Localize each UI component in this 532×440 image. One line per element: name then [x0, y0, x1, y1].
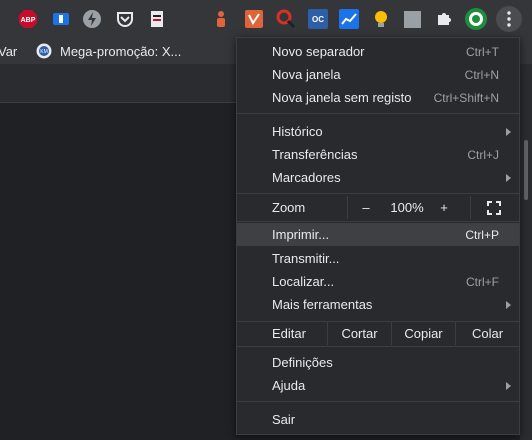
menu-item-label: Localizar...: [272, 274, 335, 289]
submenu-arrow-icon: [506, 381, 511, 390]
menu-item-shortcut: Ctrl+N: [464, 67, 499, 82]
menu-separator: [237, 346, 519, 347]
code-extension-icon[interactable]: [147, 9, 167, 29]
oc-text: OC: [312, 14, 324, 24]
site-favicon-icon: KM: [36, 43, 52, 59]
pocket-icon[interactable]: [115, 9, 135, 29]
menu-item-label: Nova janela sem registo: [272, 90, 412, 105]
vpn-extension-icon[interactable]: [244, 9, 264, 29]
bookmark-mega-promocao[interactable]: KM Mega-promoção: X...: [36, 38, 181, 64]
menu-item-new-window[interactable]: Nova janela Ctrl+N: [237, 63, 519, 86]
fullscreen-button[interactable]: [471, 196, 516, 219]
copy-button[interactable]: Copiar: [392, 322, 455, 345]
menu-item-settings[interactable]: Definições: [237, 351, 519, 374]
magnifier-extension-icon[interactable]: [276, 9, 296, 29]
paste-button[interactable]: Colar: [456, 322, 519, 345]
menu-separator: [237, 193, 519, 194]
menu-item-more-tools[interactable]: Mais ferramentas: [237, 293, 519, 316]
menu-item-label: Marcadores: [272, 170, 341, 185]
menu-separator: [237, 221, 519, 222]
browser-toolbar: ABP OC: [0, 0, 532, 38]
submenu-arrow-icon: [506, 127, 511, 136]
fullscreen-icon: [486, 200, 501, 215]
chart-extension-icon[interactable]: [339, 9, 359, 29]
browser-menu-button[interactable]: [496, 6, 522, 32]
edit-label: Editar: [272, 326, 306, 341]
zoom-label: Zoom: [272, 200, 306, 215]
oc-extension-icon[interactable]: OC: [308, 9, 328, 29]
menu-item-bookmarks[interactable]: Marcadores: [237, 166, 519, 189]
submenu-arrow-icon: [506, 173, 511, 182]
menu-item-label: Sair: [272, 412, 296, 427]
menu-item-downloads[interactable]: Transferências Ctrl+J: [237, 143, 519, 166]
gray-square-icon[interactable]: [402, 9, 422, 29]
menu-item-label: Ajuda: [272, 378, 306, 393]
bookmark-partial-label: Var: [0, 43, 18, 59]
menu-item-label: Nova janela: [272, 67, 341, 82]
bookmark-partial[interactable]: Var: [0, 38, 17, 64]
menu-item-shortcut: Ctrl+F: [466, 274, 499, 289]
zoom-in-button[interactable]: +: [430, 196, 458, 219]
bookmark-label: Mega-promoção: X...: [60, 43, 182, 59]
menu-item-label: Definições: [272, 355, 333, 370]
lightbulb-icon[interactable]: [371, 9, 391, 29]
adblock-plus-icon[interactable]: ABP: [18, 9, 38, 29]
profile-avatar-icon[interactable]: [464, 7, 488, 31]
menu-item-label: Transferências: [272, 147, 358, 162]
scrollbar-thumb[interactable]: [524, 140, 528, 200]
menu-item-new-tab[interactable]: Novo separador Ctrl+T: [237, 40, 519, 63]
menu-item-cast[interactable]: Transmitir...: [237, 247, 519, 270]
menu-item-history[interactable]: Histórico: [237, 120, 519, 143]
zoom-out-button[interactable]: –: [348, 196, 384, 219]
edit-row: Editar Cortar Copiar Colar: [237, 322, 519, 345]
menu-separator: [237, 113, 519, 114]
menu-item-incognito-window[interactable]: Nova janela sem registo Ctrl+Shift+N: [237, 86, 519, 109]
menu-item-shortcut: Ctrl+P: [465, 227, 499, 242]
browser-main-menu: Novo separador Ctrl+T Nova janela Ctrl+N…: [236, 37, 520, 435]
figure-extension-icon[interactable]: [211, 9, 231, 29]
more-vert-icon: [507, 11, 511, 27]
menu-item-exit[interactable]: Sair: [237, 408, 519, 431]
menu-item-shortcut: Ctrl+Shift+N: [433, 90, 499, 105]
lightning-icon[interactable]: [82, 9, 102, 29]
submenu-arrow-icon: [506, 300, 511, 309]
menu-item-shortcut: Ctrl+J: [467, 147, 499, 162]
menu-item-label: Novo separador: [272, 44, 365, 59]
menu-item-label: Imprimir...: [272, 227, 330, 242]
menu-item-label: Transmitir...: [272, 251, 340, 266]
menu-item-label: Mais ferramentas: [272, 297, 373, 312]
menu-item-help[interactable]: Ajuda: [237, 374, 519, 397]
menu-separator: [237, 401, 519, 402]
cut-button[interactable]: Cortar: [328, 322, 391, 345]
zoom-level: 100%: [390, 200, 424, 215]
menu-item-find[interactable]: Localizar... Ctrl+F: [237, 270, 519, 293]
menu-item-label: Histórico: [272, 124, 323, 139]
menu-item-print[interactable]: Imprimir... Ctrl+P: [237, 223, 519, 246]
svg-text:KM: KM: [40, 49, 48, 55]
zoom-row: Zoom – 100% +: [237, 196, 519, 219]
extension-blue-icon[interactable]: [51, 9, 71, 29]
puzzle-icon[interactable]: [434, 9, 454, 29]
abp-text: ABP: [21, 17, 36, 24]
menu-item-shortcut: Ctrl+T: [466, 44, 499, 59]
